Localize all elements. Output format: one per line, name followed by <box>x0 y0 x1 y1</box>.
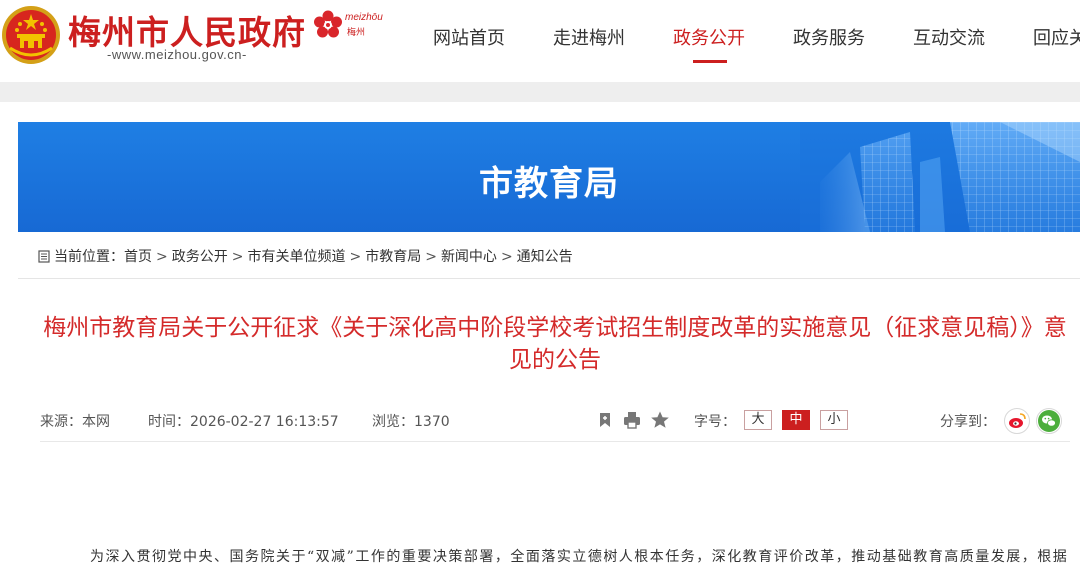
weibo-share-button[interactable] <box>1004 408 1030 434</box>
nav-item-home[interactable]: 网站首页 <box>433 24 505 50</box>
city-logo[interactable]: meizhōu 梅州 <box>313 10 393 44</box>
nav-item-government-services[interactable]: 政务服务 <box>793 24 865 50</box>
document-list-icon <box>38 250 50 263</box>
meta-divider <box>40 441 1070 442</box>
font-size-large-button[interactable]: 大 <box>744 410 772 430</box>
article-meta-bar: 来源：本网 时间：2026-02-27 16:13:57 浏览：1370 字号：… <box>40 408 1070 434</box>
star-icon[interactable] <box>650 410 670 430</box>
nav-item-interaction[interactable]: 互动交流 <box>913 24 985 50</box>
article-publish-time: 时间：2026-02-27 16:13:57 <box>148 414 339 430</box>
breadcrumb-item-government-affairs[interactable]: 政务公开 <box>172 249 228 265</box>
article-view-count: 浏览：1370 <box>372 414 450 430</box>
breadcrumb: 当前位置：首页 > 政务公开 > 市有关单位频道 > 市教育局 > 新闻中心 > 通知公告 <box>38 246 573 266</box>
article-title: 梅州市教育局关于公开征求《关于深化高中阶段学校考试招生制度改革的实施意见（征求意… <box>43 315 1067 373</box>
breadcrumb-item-education-bureau[interactable]: 市教育局 <box>365 249 421 265</box>
breadcrumb-item-home[interactable]: 首页 <box>124 249 152 265</box>
breadcrumb-separator: > <box>156 249 168 265</box>
city-logo-en: meizhōu <box>345 12 383 23</box>
print-icon[interactable] <box>622 410 642 430</box>
font-size-small-button[interactable]: 小 <box>820 410 848 430</box>
nav-item-label: 政务公开 <box>673 28 745 49</box>
wechat-icon <box>1038 410 1060 432</box>
nav-item-government-affairs-public[interactable]: 政务公开 <box>673 24 745 63</box>
banner-title: 市教育局 <box>479 164 619 204</box>
font-size-label: 字号： <box>694 414 736 430</box>
article-source: 来源：本网 <box>40 414 110 430</box>
site-url: -www.meizhou.gov.cn- <box>107 47 247 62</box>
article-body-paragraph: 为深入贯彻党中央、国务院关于“双减”工作的重要决策部署，全面落实立德树人根本任务… <box>90 549 1069 565</box>
nav-item-about-meizhou[interactable]: 走进梅州 <box>553 24 625 50</box>
font-size-medium-button[interactable]: 中 <box>782 410 810 430</box>
breadcrumb-separator: > <box>231 249 244 265</box>
breadcrumb-separator: > <box>425 249 437 265</box>
plum-blossom-icon <box>314 10 342 38</box>
breadcrumb-divider <box>18 278 1080 279</box>
department-banner: 市教育局 <box>18 122 1080 232</box>
city-logo-cn: 梅州 <box>347 28 366 38</box>
weibo-icon <box>1009 413 1026 428</box>
site-header: 梅州市人民政府 -www.meizhou.gov.cn- meizhōu 梅州 … <box>0 0 1080 82</box>
breadcrumb-prefix: 当前位置： <box>54 249 124 265</box>
nav-active-indicator <box>693 60 727 63</box>
nav-item-response[interactable]: 回应关切 <box>1033 24 1080 50</box>
wechat-share-button[interactable] <box>1036 408 1062 434</box>
breadcrumb-separator: > <box>500 249 513 265</box>
breadcrumb-item-notices[interactable]: 通知公告 <box>517 249 573 265</box>
breadcrumb-item-departments[interactable]: 市有关单位频道 <box>247 249 345 265</box>
breadcrumb-item-news-center[interactable]: 新闻中心 <box>441 249 497 265</box>
breadcrumb-separator: > <box>349 249 362 265</box>
national-emblem-icon[interactable] <box>0 4 62 66</box>
bookmark-icon[interactable] <box>595 410 615 430</box>
header-divider-strip <box>0 82 1080 102</box>
share-label: 分享到： <box>940 414 996 430</box>
